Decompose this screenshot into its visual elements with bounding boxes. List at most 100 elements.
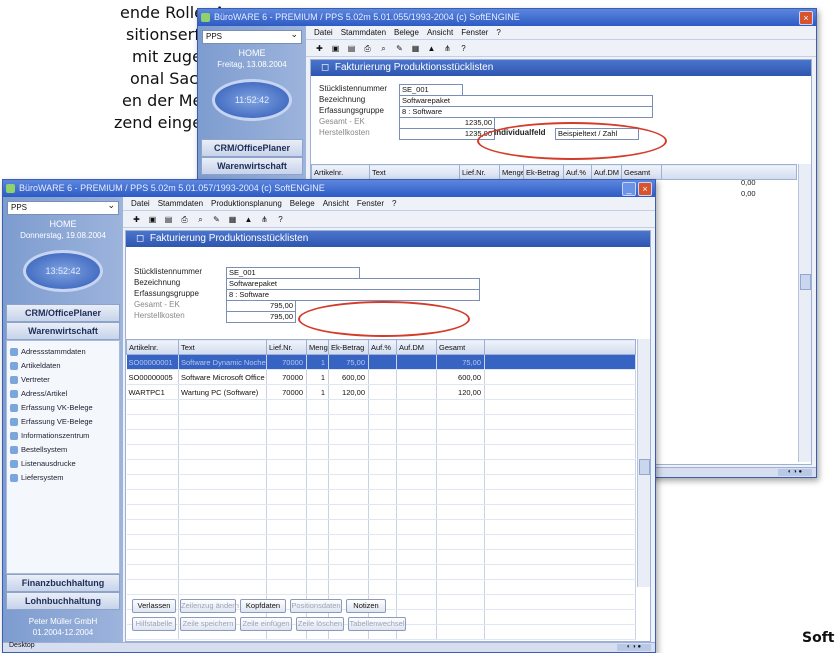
front-window[interactable]: BüroWARE 6 - PREMIUM / PPS 5.02m 5.01.05… xyxy=(2,179,656,653)
new-icon[interactable]: ✚ xyxy=(131,214,142,225)
positionsdaten-button[interactable]: Positionsdaten xyxy=(290,599,342,613)
nav-item-adressstammdaten[interactable]: Adressstammdaten xyxy=(7,345,119,359)
kopfdaten-button[interactable]: Kopfdaten xyxy=(240,599,286,613)
zeile-speichern-button[interactable]: Zeile speichern xyxy=(180,617,236,631)
menu-fenster[interactable]: Fenster xyxy=(461,26,488,39)
print-icon[interactable]: ⎙ xyxy=(362,43,373,54)
tree-icon[interactable]: ⋔ xyxy=(442,43,453,54)
column-header[interactable]: Auf.% xyxy=(368,339,397,355)
menu-datei[interactable]: Datei xyxy=(314,26,333,39)
finanzbuchhaltung-button[interactable]: Finanzbuchhaltung xyxy=(6,574,120,592)
home-label[interactable]: HOME xyxy=(198,48,306,58)
table-cell: 0,00 xyxy=(741,178,756,187)
open-icon[interactable]: ▣ xyxy=(330,43,341,54)
home-label[interactable]: HOME xyxy=(3,219,123,229)
caption-fragment: Soft xyxy=(802,630,835,646)
minimize-icon[interactable]: _ xyxy=(622,182,636,196)
menu-ansicht[interactable]: Ansicht xyxy=(427,26,453,39)
tree-icon[interactable]: ⋔ xyxy=(259,214,270,225)
warenwirtschaft-button[interactable]: Warenwirtschaft xyxy=(6,322,120,340)
menu-fenster[interactable]: Fenster xyxy=(357,197,384,210)
save-icon[interactable]: ▤ xyxy=(163,214,174,225)
chart-icon[interactable]: ▲ xyxy=(243,214,254,225)
chart-icon[interactable]: ▲ xyxy=(426,43,437,54)
front-scrollbar[interactable] xyxy=(637,339,650,587)
nav-item-ve-belege[interactable]: Erfassung VE-Belege xyxy=(7,415,119,429)
open-icon[interactable]: ▣ xyxy=(147,214,158,225)
crm-button[interactable]: CRM/OfficePlaner xyxy=(201,139,303,157)
notizen-button[interactable]: Notizen xyxy=(346,599,386,613)
nav-item-liefersystem[interactable]: Liefersystem xyxy=(7,471,119,485)
column-header[interactable]: Menge xyxy=(306,339,329,355)
menu-ansicht[interactable]: Ansicht xyxy=(323,197,349,210)
column-header[interactable]: Lief.Nr. xyxy=(266,339,307,355)
tools-icon[interactable]: ✎ xyxy=(211,214,222,225)
field-row: Stücklistennummer SE_001 xyxy=(134,267,434,279)
menu-datei[interactable]: Datei xyxy=(131,197,150,210)
field-label: Erfassungsgruppe xyxy=(319,106,384,115)
column-header[interactable]: Auf.DM xyxy=(591,164,622,180)
table-icon[interactable]: ▦ xyxy=(227,214,238,225)
column-header[interactable]: Ek-Betrag xyxy=(523,164,564,180)
help-icon[interactable]: ? xyxy=(458,43,469,54)
column-header[interactable]: Text xyxy=(369,164,460,180)
search-icon[interactable]: ⌕ xyxy=(378,43,389,54)
column-header[interactable]: Artikelnr. xyxy=(126,339,179,355)
zeile-einfuegen-button[interactable]: Zeile einfügen xyxy=(240,617,292,631)
menu-help[interactable]: ? xyxy=(496,26,500,39)
front-titlebar[interactable]: BüroWARE 6 - PREMIUM / PPS 5.02m 5.01.05… xyxy=(3,180,655,197)
table-row[interactable]: SO00000005 Software Microsoft Office 700… xyxy=(126,369,636,385)
tabellenwechsel-button[interactable]: Tabellenwechsel xyxy=(348,617,406,631)
lohnbuchhaltung-button[interactable]: Lohnbuchhaltung xyxy=(6,592,120,610)
module-combo[interactable]: PPS xyxy=(202,28,302,44)
crm-button[interactable]: CRM/OfficePlaner xyxy=(6,304,120,322)
nav-item-vk-belege[interactable]: Erfassung VK-Belege xyxy=(7,401,119,415)
menu-stammdaten[interactable]: Stammdaten xyxy=(158,197,203,210)
table-row[interactable]: SO00000001 Software Dynamic Noche 70000 … xyxy=(126,354,636,370)
help-icon[interactable]: ? xyxy=(275,214,286,225)
column-header[interactable]: Artikelnr. xyxy=(311,164,370,180)
hilfstabelle-button[interactable]: Hilfstabelle xyxy=(132,617,176,631)
column-header[interactable]: Text xyxy=(178,339,267,355)
zeilenzug-aendern-button[interactable]: Zeilenzug ändern xyxy=(180,599,239,613)
search-icon[interactable]: ⌕ xyxy=(195,214,206,225)
close-icon[interactable]: × xyxy=(799,11,813,25)
save-icon[interactable]: ▤ xyxy=(346,43,357,54)
module-combo[interactable]: PPS xyxy=(7,199,119,215)
new-icon[interactable]: ✚ xyxy=(314,43,325,54)
column-header[interactable]: Auf.% xyxy=(563,164,592,180)
nav-item-adress-artikel[interactable]: Adress/Artikel xyxy=(7,387,119,401)
front-toolbar: ✚ ▣ ▤ ⎙ ⌕ ✎ ▦ ▲ ⋔ ? xyxy=(123,211,655,228)
verlassen-button[interactable]: Verlassen xyxy=(132,599,176,613)
start-label[interactable]: Desktop xyxy=(9,642,35,649)
table-row[interactable]: WARTPC1 Wartung PC (Software) 70000 1 12… xyxy=(126,384,636,400)
print-icon[interactable]: ⎙ xyxy=(179,214,190,225)
menu-belege[interactable]: Belege xyxy=(290,197,315,210)
back-scrollbar[interactable] xyxy=(798,164,811,462)
menu-produktionsplanung[interactable]: Produktionsplanung xyxy=(211,197,282,210)
menu-belege[interactable]: Belege xyxy=(394,26,419,39)
clock-display: 13:52:42 xyxy=(23,250,103,292)
column-header[interactable]: Lief.Nr. xyxy=(459,164,500,180)
menu-help[interactable]: ? xyxy=(392,197,396,210)
column-header[interactable]: Gesamt xyxy=(436,339,485,355)
back-titlebar[interactable]: BüroWARE 6 - PREMIUM / PPS 5.02m 5.01.05… xyxy=(198,9,816,26)
table-cell: 70000 xyxy=(266,354,307,370)
nav-item-informationszentrum[interactable]: Informationszentrum xyxy=(7,429,119,443)
field-label: Erfassungsgruppe xyxy=(134,289,199,298)
nav-item-bestellsystem[interactable]: Bestellsystem xyxy=(7,443,119,457)
close-icon[interactable]: × xyxy=(638,182,652,196)
nav-item-listenausdrucke[interactable]: Listenausdrucke xyxy=(7,457,119,471)
zeile-loeschen-button[interactable]: Zeile löschen xyxy=(296,617,344,631)
column-header[interactable]: Auf.DM xyxy=(396,339,437,355)
column-header[interactable]: Menge xyxy=(499,164,524,180)
menu-stammdaten[interactable]: Stammdaten xyxy=(341,26,386,39)
warenwirtschaft-button[interactable]: Warenwirtschaft xyxy=(201,157,303,175)
table-icon[interactable]: ▦ xyxy=(410,43,421,54)
column-header[interactable]: Gesamt xyxy=(621,164,662,180)
tools-icon[interactable]: ✎ xyxy=(394,43,405,54)
nav-item-artikeldaten[interactable]: Artikeldaten xyxy=(7,359,119,373)
column-header[interactable]: Ek-Betrag xyxy=(328,339,369,355)
field-label: Gesamt - EK xyxy=(319,117,365,126)
nav-item-vertreter[interactable]: Vertreter xyxy=(7,373,119,387)
